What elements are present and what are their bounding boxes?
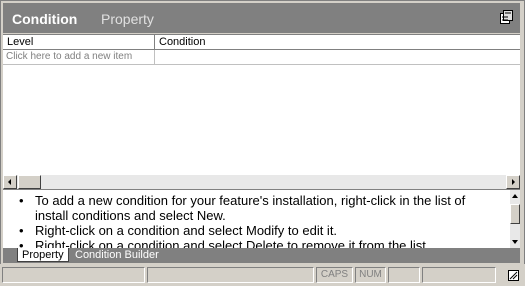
help-vertical-scrollbar[interactable] <box>510 190 520 248</box>
arrow-up-icon <box>512 194 518 198</box>
tab-property[interactable]: Property <box>17 248 69 262</box>
grid-header: Level Condition <box>3 35 520 50</box>
new-item-condition-cell[interactable] <box>155 50 520 64</box>
scroll-up-button[interactable] <box>510 190 520 202</box>
arrow-right-icon <box>512 179 515 185</box>
column-header-condition[interactable]: Condition <box>155 35 520 49</box>
column-header-level[interactable]: Level <box>3 35 155 49</box>
tab-bar: Property Condition Builder <box>3 248 520 263</box>
help-item: To add a new condition for your feature'… <box>19 193 500 223</box>
status-caps: CAPS <box>316 267 353 283</box>
scroll-down-button[interactable] <box>510 236 520 248</box>
condition-window: Condition Property Level Condition Click… <box>0 0 525 286</box>
new-item-placeholder[interactable]: Click here to add a new item <box>3 50 155 64</box>
help-item: Right-click on a condition and select Mo… <box>19 223 500 238</box>
status-pane-info <box>147 267 314 283</box>
help-pane: To add a new condition for your feature'… <box>3 189 520 248</box>
tab-condition-builder[interactable]: Condition Builder <box>71 248 163 262</box>
resize-grip-icon[interactable] <box>508 270 519 281</box>
help-scroll-thumb[interactable] <box>510 204 520 224</box>
status-pane-scrl <box>388 267 420 283</box>
arrow-down-icon <box>512 240 518 244</box>
new-item-row[interactable]: Click here to add a new item <box>3 50 520 65</box>
status-pane-main <box>2 267 145 283</box>
title-main: Condition <box>12 11 78 27</box>
status-pane-extra <box>422 267 496 283</box>
horizontal-scrollbar[interactable] <box>3 175 520 189</box>
horizontal-scroll-thumb[interactable] <box>18 175 41 189</box>
conditions-grid[interactable]: Level Condition Click here to add a new … <box>3 34 520 176</box>
title-bar: Condition Property <box>3 3 520 33</box>
arrow-left-icon <box>8 179 11 185</box>
status-num: NUM <box>355 267 386 283</box>
help-item: Right-click on a condition and select De… <box>19 238 500 248</box>
scroll-left-button[interactable] <box>3 175 17 189</box>
scroll-right-button[interactable] <box>506 175 520 189</box>
status-bar: CAPS NUM <box>0 264 525 286</box>
property-pages-icon[interactable] <box>500 10 514 24</box>
title-sub: Property <box>101 11 154 27</box>
